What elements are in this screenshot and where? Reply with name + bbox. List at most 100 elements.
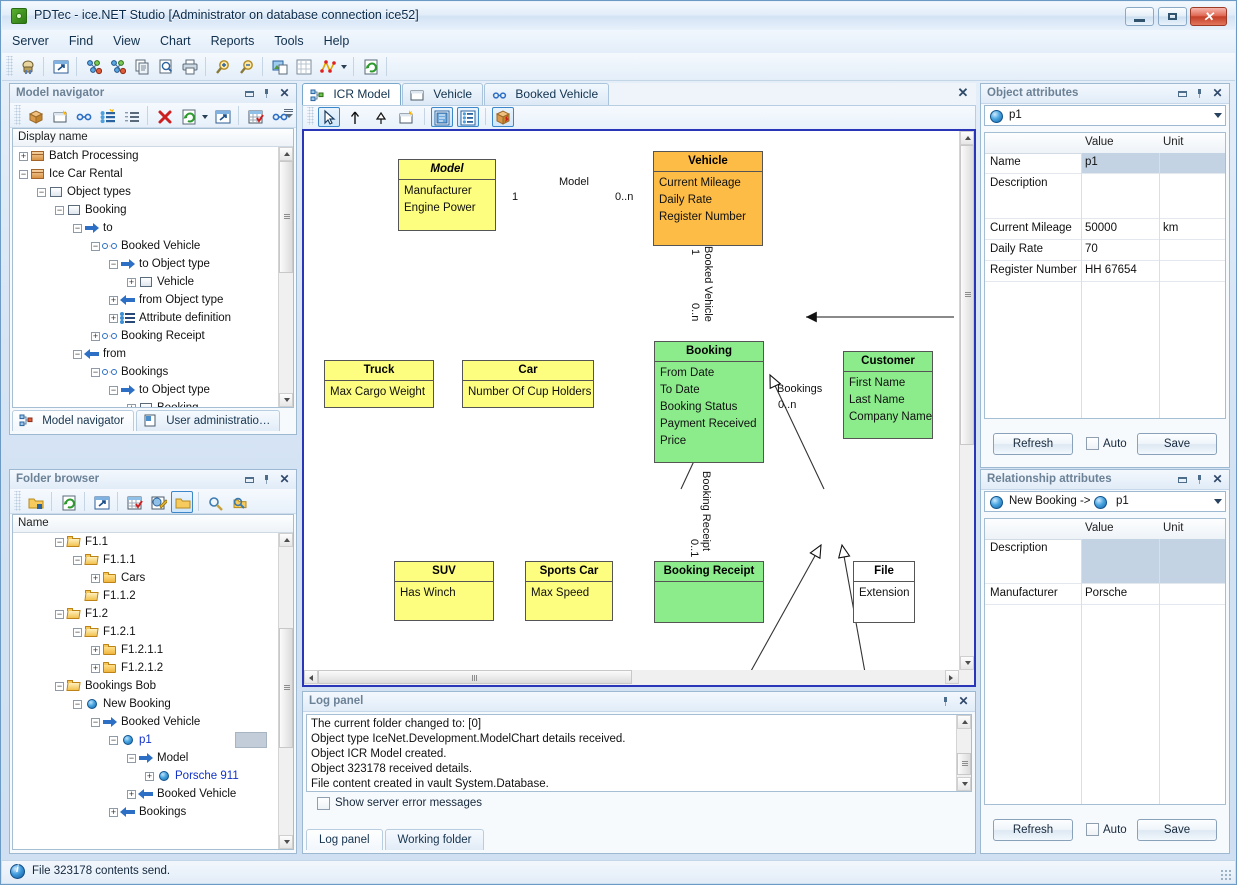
tab-log-panel[interactable]: Log panel [306, 829, 383, 850]
tree-toggle[interactable]: − [109, 385, 118, 395]
table-row[interactable]: Description [985, 174, 1225, 219]
tree-toggle[interactable]: + [127, 789, 136, 799]
tab-user-administration[interactable]: User administratio… [136, 410, 281, 431]
tree-item[interactable]: − Model [13, 749, 278, 767]
tab-vehicle[interactable]: Vehicle [402, 83, 484, 105]
tree-toggle[interactable]: + [91, 645, 100, 655]
tree-toggle[interactable]: + [109, 295, 118, 305]
menu-item-view[interactable]: View [103, 30, 150, 53]
list-icon[interactable] [120, 105, 142, 127]
attribute-value[interactable]: 70 [1085, 243, 1098, 255]
refresh-icon[interactable] [57, 491, 79, 513]
object-save-button[interactable]: Save [1137, 433, 1217, 455]
float-icon[interactable] [243, 87, 256, 100]
tree-toggle[interactable]: − [73, 627, 82, 637]
open-folder-icon[interactable] [24, 491, 46, 513]
tree-item[interactable]: + F1.2.1.1 [13, 641, 278, 659]
tree-toggle[interactable]: + [127, 277, 136, 287]
log-text-area[interactable]: The current folder changed to: [0] Object… [306, 714, 972, 792]
tree-item[interactable]: + Booking [13, 399, 278, 407]
resize-grip[interactable] [1220, 869, 1232, 881]
close-icon[interactable]: ✕ [1211, 473, 1224, 486]
scroll-down-arrow[interactable] [279, 835, 293, 849]
diagram-entity[interactable]: Vehicle Current Mileage Daily Rate Register… [653, 151, 763, 246]
tree-toggle[interactable]: − [73, 349, 82, 359]
new-relationship-icon[interactable] [72, 105, 94, 127]
tree-toggle[interactable]: − [19, 169, 28, 179]
tree-item[interactable]: + Booked Vehicle [13, 785, 278, 803]
search-key-icon[interactable] [204, 491, 226, 513]
tree-item[interactable]: − Object types [13, 183, 278, 201]
table-row[interactable]: Name p1 [985, 153, 1225, 174]
menu-item-server[interactable]: Server [2, 30, 59, 53]
tree-item[interactable]: − Booked Vehicle [13, 237, 278, 255]
close-icon[interactable]: ✕ [1211, 87, 1224, 100]
refresh-icon[interactable] [359, 55, 381, 77]
close-icon[interactable]: ✕ [278, 473, 291, 486]
scroll-left-arrow[interactable] [304, 670, 318, 684]
tree-item[interactable]: + Porsche 911 [13, 767, 278, 785]
attribute-value[interactable]: HH 67654 [1085, 264, 1137, 276]
pin-icon[interactable] [260, 87, 273, 100]
float-icon[interactable] [1176, 87, 1189, 100]
scroll-up-arrow[interactable] [279, 147, 293, 161]
canvas-horizontal-scrollbar[interactable] [304, 670, 959, 685]
object-refresh-button[interactable]: Refresh [993, 433, 1073, 455]
tree-toggle[interactable]: − [127, 753, 136, 763]
diagram-entity[interactable]: Customer First Name Last Name Company Name [843, 351, 933, 439]
close-tab-button[interactable]: ✕ [956, 86, 970, 100]
tree-toggle[interactable]: + [109, 313, 118, 323]
open-external-icon[interactable] [90, 491, 112, 513]
export-icon[interactable] [268, 55, 290, 77]
tree-rows-container[interactable]: + Batch Processing − Ice Car Rental − Object … [13, 147, 278, 407]
tree-item[interactable]: − F1.1.1 [13, 551, 278, 569]
zoom-out-icon[interactable] [235, 55, 257, 77]
scroll-thumb[interactable] [279, 161, 293, 273]
toolbar-grip[interactable] [14, 491, 21, 511]
report-icon[interactable] [244, 105, 266, 127]
tree-item[interactable]: − Ice Car Rental [13, 165, 278, 183]
tree-toggle[interactable]: + [127, 403, 136, 407]
find-folder-icon[interactable] [228, 491, 250, 513]
tree-item[interactable]: + Cars [13, 569, 278, 587]
open-external-icon[interactable] [211, 105, 233, 127]
tree-toggle[interactable]: − [91, 241, 100, 251]
table-row[interactable]: Manufacturer Porsche [985, 584, 1225, 605]
chart-canvas[interactable]: Model Manufacturer Engine Power Vehicle Curr… [304, 131, 959, 670]
tree-item[interactable]: + F1.2.1.2 [13, 659, 278, 677]
tree-vertical-scrollbar[interactable] [278, 533, 293, 849]
tree-item[interactable]: − to [13, 219, 278, 237]
table-row[interactable]: Daily Rate 70 [985, 240, 1225, 261]
tree-toggle[interactable]: + [91, 573, 100, 583]
object-attributes-grid[interactable]: Value Unit Name p1 Description Current Mile… [984, 132, 1226, 419]
attribute-list-icon[interactable] [457, 107, 479, 127]
scroll-up-arrow[interactable] [960, 131, 974, 145]
copy-icon[interactable] [130, 55, 152, 77]
new-object-icon[interactable] [82, 55, 104, 77]
diagram-entity[interactable]: Model Manufacturer Engine Power [398, 159, 496, 231]
tab-working-folder[interactable]: Working folder [384, 829, 485, 850]
tree-item[interactable]: + Bookings [13, 803, 278, 821]
table-row[interactable]: Current Mileage 50000 km [985, 219, 1225, 240]
toolbar-grip[interactable] [14, 105, 21, 125]
diagram-entity[interactable]: Booking Receipt [654, 561, 764, 623]
preview-icon[interactable] [154, 55, 176, 77]
tree-item[interactable]: − to Object type [13, 381, 278, 399]
tree-item[interactable]: − Booking [13, 201, 278, 219]
menu-item-chart[interactable]: Chart [150, 30, 201, 53]
menu-item-tools[interactable]: Tools [264, 30, 313, 53]
tab-icr-model[interactable]: ICR Model [302, 83, 402, 105]
tree-toggle[interactable]: − [91, 367, 100, 377]
pin-icon[interactable] [260, 473, 273, 486]
close-icon[interactable]: ✕ [957, 695, 970, 708]
tree-toggle[interactable]: − [55, 205, 64, 215]
grid-icon[interactable] [292, 55, 314, 77]
diagram-entity[interactable]: Booking From Date To Date Booking Status Pay… [654, 341, 764, 463]
arrow-up-icon[interactable] [344, 107, 366, 127]
tree-item[interactable]: − from [13, 345, 278, 363]
model-navigator-tree[interactable]: Display name + Batch Processing − Ice Car R… [12, 128, 294, 408]
edit-icon[interactable] [147, 491, 169, 513]
tab-model-navigator[interactable]: Model navigator [12, 410, 135, 431]
menu-item-reports[interactable]: Reports [201, 30, 265, 53]
tree-toggle[interactable]: + [19, 151, 28, 161]
